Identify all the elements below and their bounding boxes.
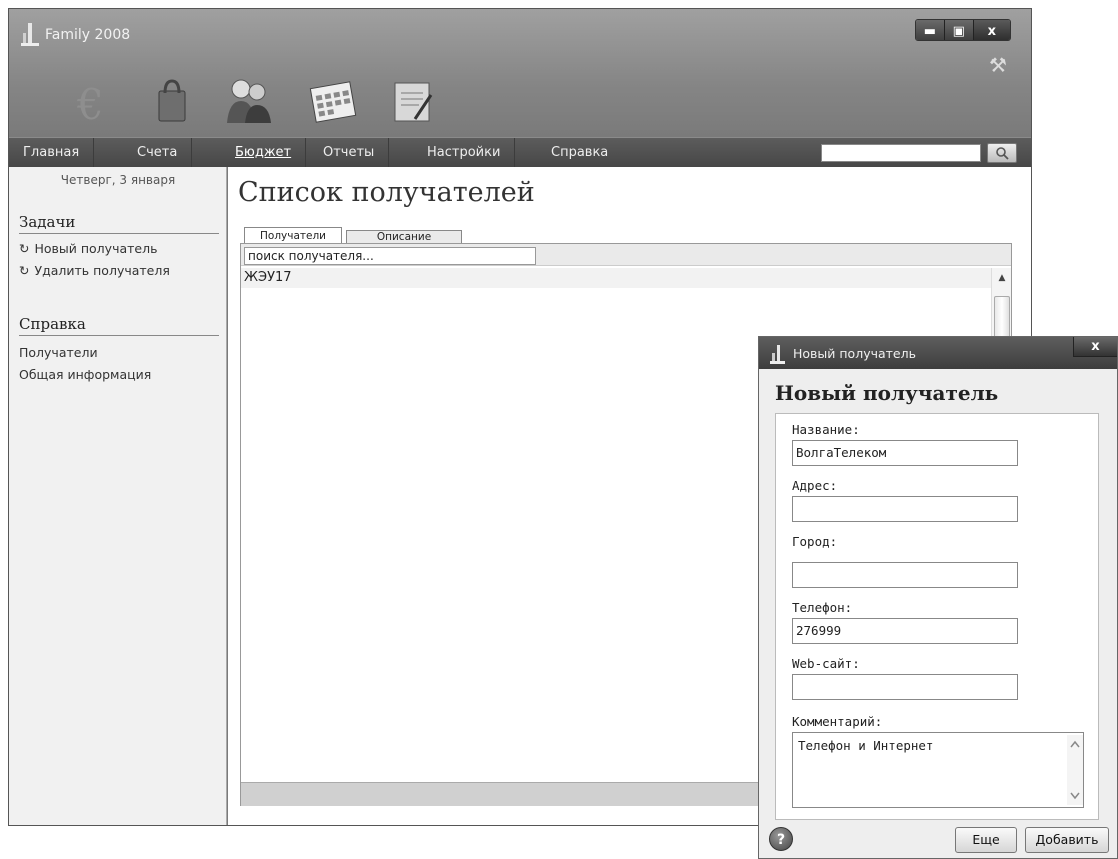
- dialog-form: Название: ВолгаТелеком Адрес: Город: Тел…: [775, 413, 1099, 820]
- scroll-thumb[interactable]: [994, 296, 1010, 340]
- search-row: поиск получателя...: [241, 244, 1011, 266]
- people-icon[interactable]: [221, 75, 277, 127]
- page-title: Список получателей: [238, 177, 535, 208]
- list-item[interactable]: ЖЭУ17: [241, 268, 991, 288]
- comment-scrollbar[interactable]: [1067, 735, 1083, 805]
- sidebar: Четверг, 3 января Задачи ↻ Новый получате…: [9, 167, 227, 825]
- comment-field[interactable]: Телефон и Интернет: [792, 732, 1084, 808]
- calendar-icon[interactable]: [307, 75, 363, 127]
- minimize-button[interactable]: ▬: [916, 20, 945, 40]
- help-payees-link[interactable]: Получатели: [19, 345, 98, 360]
- nav-search-input[interactable]: [821, 144, 981, 162]
- comment-text: Телефон и Интернет: [798, 738, 934, 753]
- nav-home[interactable]: Главная: [9, 138, 95, 168]
- phone-field[interactable]: 276999: [792, 618, 1018, 644]
- dialog-close-button[interactable]: x: [1073, 337, 1117, 357]
- website-field[interactable]: [792, 674, 1018, 700]
- new-payee-dialog: Новый получатель x Новый получатель Назв…: [758, 336, 1118, 859]
- task-new-payee[interactable]: ↻ Новый получатель: [19, 241, 157, 256]
- tab-description[interactable]: Описание: [346, 230, 462, 244]
- nav-settings[interactable]: Настройки: [413, 138, 516, 168]
- search-icon: [996, 147, 1009, 160]
- website-label: Web-сайт:: [792, 656, 860, 671]
- city-label: Город:: [792, 534, 838, 549]
- help-heading: Справка: [19, 315, 219, 336]
- shopping-bag-icon[interactable]: [145, 75, 201, 127]
- maximize-button[interactable]: ▣: [944, 20, 974, 40]
- task-delete-payee-label: Удалить получателя: [34, 263, 170, 278]
- arrow-icon: ↻: [19, 263, 30, 278]
- scroll-up-icon[interactable]: ▲: [992, 268, 1012, 288]
- money-icon[interactable]: €: [59, 75, 115, 127]
- nav-budget[interactable]: Бюджет: [221, 138, 307, 168]
- nav-help[interactable]: Справка: [537, 138, 622, 168]
- main-nav: Главная Счета Бюджет Отчеты Настройки Сп…: [9, 137, 1031, 168]
- phone-label: Телефон:: [792, 600, 853, 615]
- dialog-titlebar: Новый получатель x: [759, 337, 1117, 369]
- app-logo-icon: [770, 345, 785, 364]
- svg-text:€: €: [76, 80, 104, 127]
- add-button[interactable]: Добавить: [1025, 827, 1109, 853]
- dialog-title: Новый получатель: [793, 346, 916, 361]
- help-icon[interactable]: ?: [769, 827, 793, 851]
- help-general-link[interactable]: Общая информация: [19, 367, 151, 382]
- tools-icon[interactable]: ⚒: [989, 53, 1007, 77]
- more-button[interactable]: Еще: [955, 827, 1017, 853]
- window-controls: ▬ ▣ x: [915, 19, 1011, 41]
- arrow-icon: ↻: [19, 241, 30, 256]
- app-header: Family 2008 ▬ ▣ x ⚒ €: [9, 9, 1031, 137]
- task-new-payee-label: Новый получатель: [34, 241, 158, 256]
- address-field[interactable]: [792, 496, 1018, 522]
- current-date: Четверг, 3 января: [60, 173, 176, 187]
- close-button[interactable]: x: [973, 20, 1010, 40]
- address-label: Адрес:: [792, 478, 838, 493]
- tasks-heading: Задачи: [19, 213, 219, 234]
- app-title: Family 2008: [45, 27, 131, 43]
- comment-label: Комментарий:: [792, 714, 883, 729]
- payee-search-input[interactable]: поиск получателя...: [244, 247, 536, 265]
- city-field[interactable]: [792, 562, 1018, 588]
- nav-reports[interactable]: Отчеты: [309, 138, 390, 168]
- nav-search-button[interactable]: [987, 143, 1017, 163]
- notebook-icon[interactable]: [385, 75, 441, 127]
- name-field[interactable]: ВолгаТелеком: [792, 440, 1018, 466]
- name-label: Название:: [792, 422, 860, 437]
- nav-accounts[interactable]: Счета: [123, 138, 193, 168]
- dialog-heading: Новый получатель: [775, 381, 999, 405]
- tab-payees[interactable]: Получатели: [244, 227, 342, 244]
- app-logo-icon: [21, 23, 39, 46]
- task-delete-payee[interactable]: ↻ Удалить получателя: [19, 263, 170, 278]
